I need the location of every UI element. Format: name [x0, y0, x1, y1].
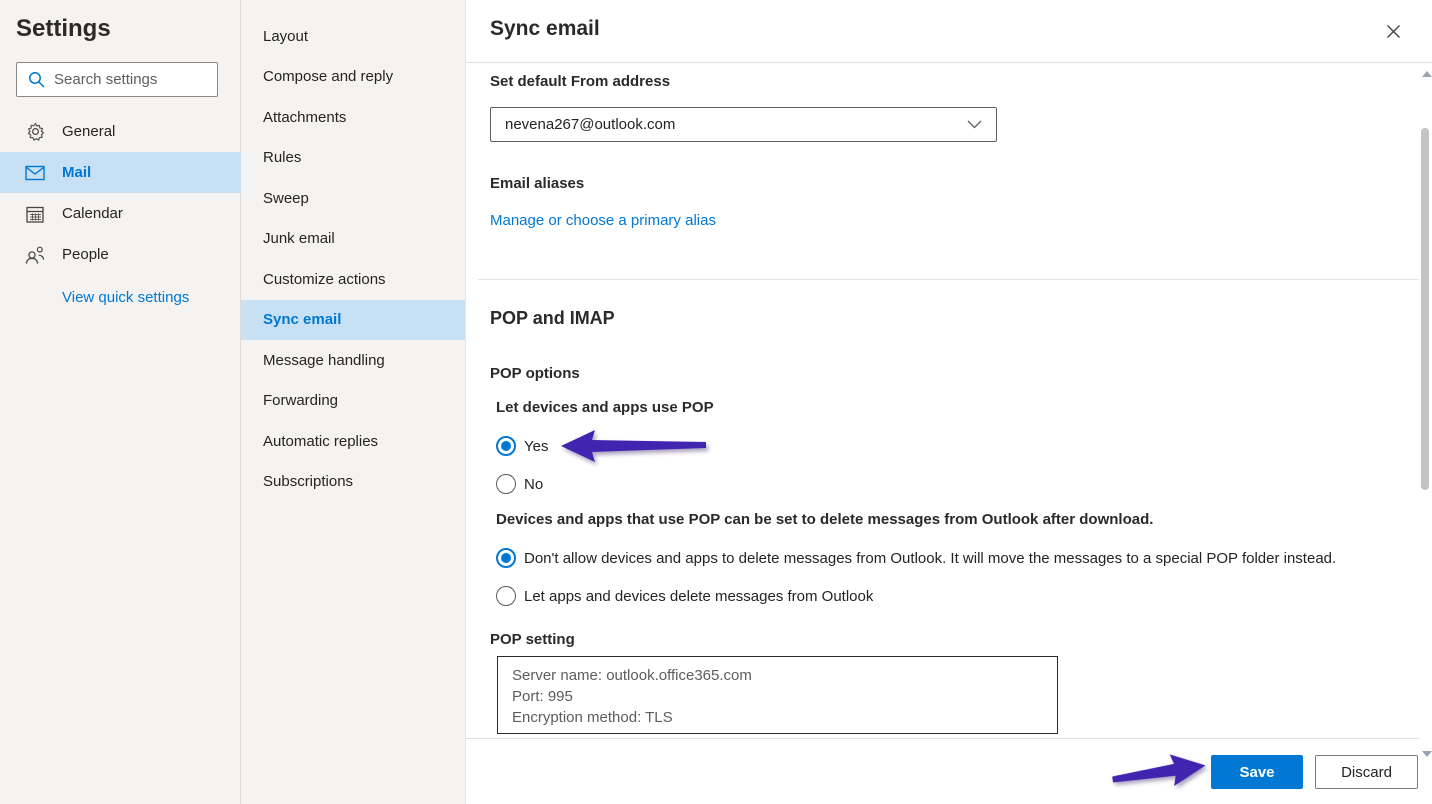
close-icon[interactable] — [1382, 20, 1404, 42]
sidebar-item-mail[interactable]: Mail — [0, 152, 241, 193]
calendar-icon — [25, 204, 45, 224]
search-settings-box[interactable] — [16, 62, 218, 97]
category-attachments[interactable]: Attachments — [241, 98, 465, 138]
from-address-value: nevena267@outlook.com — [505, 116, 967, 133]
search-icon — [28, 71, 45, 88]
sync-email-panel: Sync email Set default From address neve… — [466, 0, 1432, 804]
category-subscriptions[interactable]: Subscriptions — [241, 462, 465, 502]
radio-label: Let apps and devices delete messages fro… — [524, 588, 873, 605]
header-divider — [466, 62, 1432, 63]
view-quick-settings-link[interactable]: View quick settings — [62, 289, 189, 306]
sidebar-item-label: Mail — [62, 164, 91, 181]
category-automatic-replies[interactable]: Automatic replies — [241, 422, 465, 462]
page-title: Sync email — [490, 17, 600, 41]
pop-setting-heading: POP setting — [490, 631, 575, 648]
radio-label: No — [524, 476, 543, 493]
email-aliases-heading: Email aliases — [490, 175, 584, 192]
radio-unselected-icon — [496, 586, 516, 606]
gear-icon — [25, 122, 45, 142]
radio-pop-no[interactable]: No — [496, 474, 543, 494]
category-junk-email[interactable]: Junk email — [241, 219, 465, 259]
category-forwarding[interactable]: Forwarding — [241, 381, 465, 421]
pop-port: Port: 995 — [512, 686, 1057, 707]
section-divider — [478, 279, 1419, 280]
radio-dont-allow-delete[interactable]: Don't allow devices and apps to delete m… — [496, 548, 1336, 568]
mail-icon — [25, 163, 45, 183]
search-input[interactable] — [54, 71, 204, 88]
sidebar-item-label: General — [62, 123, 115, 140]
category-message-handling[interactable]: Message handling — [241, 341, 465, 381]
radio-selected-icon — [496, 436, 516, 456]
category-rules[interactable]: Rules — [241, 138, 465, 178]
category-layout[interactable]: Layout — [241, 17, 465, 57]
category-sweep[interactable]: Sweep — [241, 179, 465, 219]
radio-unselected-icon — [496, 474, 516, 494]
from-address-dropdown[interactable]: nevena267@outlook.com — [490, 107, 997, 142]
pop-encryption: Encryption method: TLS — [512, 707, 1057, 728]
sidebar-item-calendar[interactable]: Calendar — [0, 193, 241, 234]
pop-setting-box: Server name: outlook.office365.com Port:… — [497, 656, 1058, 734]
radio-selected-icon — [496, 548, 516, 568]
pop-server-name: Server name: outlook.office365.com — [512, 665, 1057, 686]
sidebar-item-label: Calendar — [62, 205, 123, 222]
radio-label: Yes — [524, 438, 548, 455]
category-sync-email[interactable]: Sync email — [241, 300, 465, 340]
category-compose-and-reply[interactable]: Compose and reply — [241, 57, 465, 97]
pop-delete-label: Devices and apps that use POP can be set… — [496, 511, 1153, 528]
annotation-arrow-left — [561, 429, 706, 465]
scrollbar-thumb[interactable] — [1421, 128, 1429, 490]
settings-sidebar: Settings General — [0, 0, 241, 804]
manage-alias-link[interactable]: Manage or choose a primary alias — [490, 212, 716, 229]
save-button[interactable]: Save — [1211, 755, 1303, 789]
outlook-settings-window: Settings General — [0, 0, 1432, 804]
discard-button[interactable]: Discard — [1315, 755, 1418, 789]
radio-pop-yes[interactable]: Yes — [496, 436, 548, 456]
chevron-down-icon — [967, 120, 982, 129]
sidebar-item-general[interactable]: General — [0, 111, 241, 152]
sidebar-item-label: People — [62, 246, 109, 263]
from-address-heading: Set default From address — [490, 73, 670, 90]
pop-imap-heading: POP and IMAP — [490, 308, 615, 329]
pop-options-heading: POP options — [490, 365, 580, 382]
people-icon — [25, 245, 45, 265]
radio-allow-delete[interactable]: Let apps and devices delete messages fro… — [496, 586, 873, 606]
use-pop-label: Let devices and apps use POP — [496, 399, 714, 416]
mail-categories-nav: Layout Compose and reply Attachments Rul… — [241, 0, 466, 804]
radio-label: Don't allow devices and apps to delete m… — [524, 550, 1336, 567]
scrollbar-up-arrow[interactable] — [1422, 71, 1432, 77]
category-customize-actions[interactable]: Customize actions — [241, 260, 465, 300]
settings-title: Settings — [16, 15, 111, 43]
sidebar-item-people[interactable]: People — [0, 234, 241, 275]
scrollbar-down-arrow[interactable] — [1422, 751, 1432, 757]
